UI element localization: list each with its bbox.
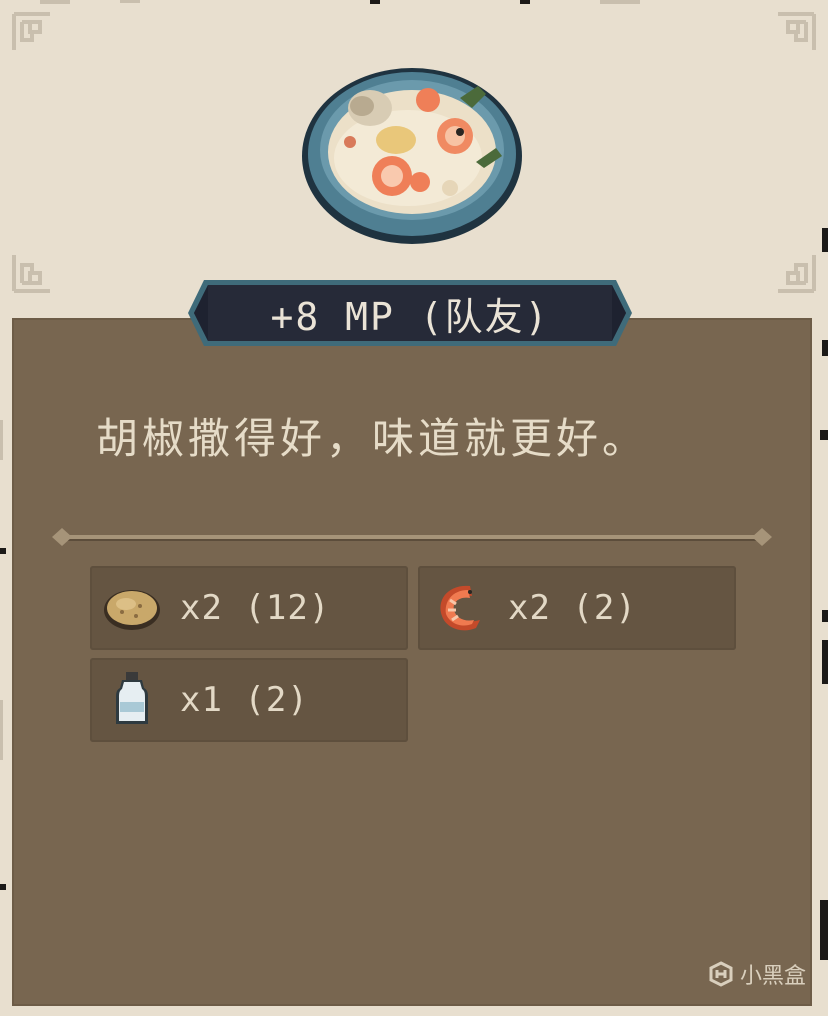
effect-text: +8 MP (队友): [270, 294, 550, 339]
milk-bottle-icon: [116, 672, 148, 724]
xiaoheihe-logo-icon: [709, 961, 733, 987]
ingredient-quantity: x2 (2): [508, 588, 637, 628]
corner-ornament-icon: [12, 12, 50, 50]
ingredient-slot-shrimp[interactable]: x2 (2): [418, 566, 736, 650]
shrimp-icon: [440, 585, 480, 631]
ingredient-quantity: x1 (2): [180, 680, 309, 720]
divider-line: [52, 528, 772, 546]
seafood-soup-icon: [302, 68, 522, 244]
ingredient-slot-potato[interactable]: x2 (12): [90, 566, 408, 650]
corner-ornament-icon: [778, 12, 816, 50]
flavor-text: 胡椒撒得好，味道就更好。: [96, 414, 649, 463]
recipe-card: +8 MP (队友) 胡椒撒得好，味道就更好。 x2 (12) x2 (2) x…: [0, 0, 828, 1016]
ingredient-quantity: x2 (12): [180, 588, 331, 628]
watermark: 小黑盒: [708, 958, 806, 990]
corner-ornament-icon: [12, 255, 50, 293]
corner-ornament-icon: [778, 255, 816, 293]
watermark-text: 小黑盒: [739, 964, 806, 989]
potato-icon: [104, 590, 160, 630]
effect-banner: +8 MP (队友): [186, 276, 634, 350]
ingredient-slot-milk[interactable]: x1 (2): [90, 658, 408, 742]
